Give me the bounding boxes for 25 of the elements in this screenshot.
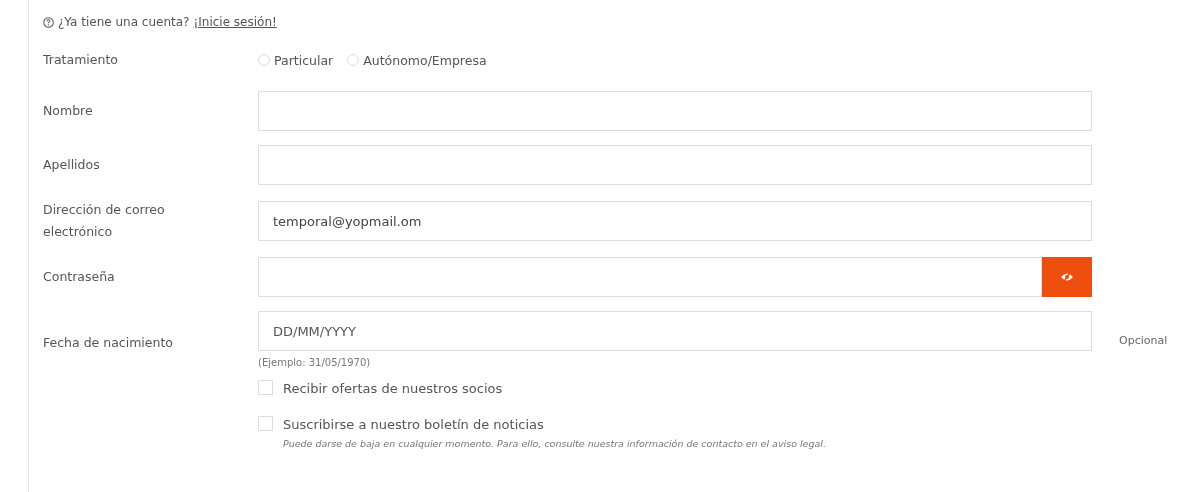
checkbox[interactable] <box>258 380 273 395</box>
checkbox-label: Recibir ofertas de nuestros socios <box>283 380 503 398</box>
checkbox[interactable] <box>258 416 273 431</box>
newsletter-note: Puede darse de baja en cualquier momento. Para ello, consulte nuestra información de contacto en el aviso legal. <box>283 438 826 449</box>
help-icon <box>43 16 54 28</box>
eye-slash-icon <box>1060 272 1074 282</box>
show-password-button[interactable] <box>1042 257 1092 297</box>
field-label: Contraseña <box>43 268 116 286</box>
date-field[interactable]: DD/MM/YYYY <box>258 311 1092 351</box>
example-hint: (Ejemplo: 31/05/1970) <box>258 357 372 368</box>
field-label: Nombre <box>43 102 94 120</box>
login-link[interactable]: ¡Inicie sesión! <box>193 15 277 29</box>
field-label: Tratamiento <box>43 51 119 69</box>
field-label: Dirección de correo electrónico <box>43 201 166 241</box>
input-field[interactable]: temporal@yopmail.om <box>258 201 1092 241</box>
password-field[interactable] <box>258 257 1042 297</box>
field-label: Apellidos <box>43 156 101 174</box>
radio-label: Autónomo/Empresa <box>363 52 487 68</box>
input-field[interactable] <box>258 145 1092 185</box>
field-label: Fecha de nacimiento <box>43 334 174 352</box>
checkbox-label: Suscribirse a nuestro boletín de noticias <box>283 416 545 434</box>
account-question: ¿Ya tiene una cuenta? <box>58 15 190 29</box>
input-field[interactable] <box>258 91 1092 131</box>
radio-label: Particular <box>274 52 334 68</box>
optional-note: Opcional <box>1118 333 1169 347</box>
